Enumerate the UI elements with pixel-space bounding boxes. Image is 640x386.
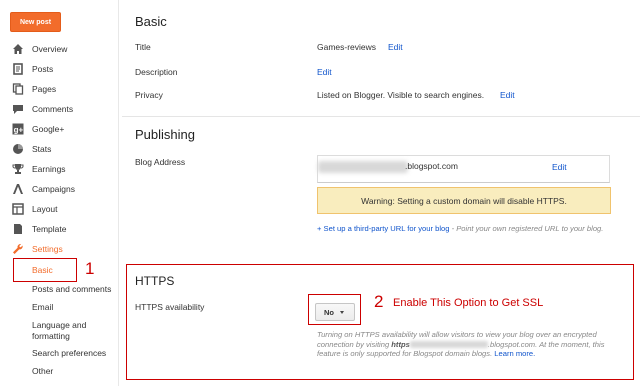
publishing-section-title: Publishing [135,127,195,142]
privacy-value: Listed on Blogger. Visible to search eng… [317,90,485,100]
title-value: Games-reviews [317,42,377,52]
template-icon [12,223,24,235]
pages-icon [12,83,24,95]
sidebar-item-posts[interactable]: Posts [12,62,53,76]
google-plus-icon: g+ [12,123,24,135]
pie-chart-icon [12,143,24,155]
learn-more-link[interactable]: Learn more. [494,349,535,358]
blog-address-edit-link[interactable]: Edit [552,162,567,172]
sidebar-item-pages[interactable]: Pages [12,82,56,96]
https-warning-banner: Warning: Setting a custom domain will di… [317,187,611,214]
sidebar-item-label: Campaigns [32,184,75,194]
settings-sub-other[interactable]: Other [32,366,53,377]
sidebar-item-label: Google+ [32,124,65,134]
sidebar-item-label: Overview [32,44,68,54]
sidebar-item-google-plus[interactable]: g+ Google+ [12,122,64,136]
title-label: Title [135,42,151,52]
section-divider [122,116,640,117]
blog-address-suffix: .blogspot.com [405,161,458,171]
posts-icon [12,63,24,75]
sidebar-divider [118,0,119,386]
third-party-url-link[interactable]: + Set up a third-party URL for your blog [317,224,449,233]
third-party-url-text: - Point your own registered URL to your … [449,224,604,233]
privacy-edit-link[interactable]: Edit [500,90,515,100]
blog-address-label: Blog Address [135,157,186,167]
sidebar-item-label: Template [32,224,67,234]
sidebar-item-layout[interactable]: Layout [12,202,58,216]
sidebar-item-label: Settings [32,244,63,254]
trophy-icon [12,163,24,175]
https-highlight-box [126,264,634,380]
layout-icon [12,203,24,215]
wrench-icon [12,243,24,255]
https-availability-label: HTTPS availability [135,302,205,312]
annotation-instruction: Enable This Option to Get SSL [393,297,544,309]
sidebar-item-label: Stats [32,144,52,154]
help-https: https [391,339,410,349]
sidebar: New post Overview Posts Pages Comments g… [0,0,118,386]
home-icon [12,43,24,55]
sidebar-item-earnings[interactable]: Earnings [12,162,66,176]
sidebar-item-label: Posts [32,64,54,74]
basic-highlight-box [13,258,77,282]
settings-sub-search-preferences[interactable]: Search preferences [32,348,106,359]
title-edit-link[interactable]: Edit [388,42,403,52]
sidebar-item-label: Pages [32,84,57,94]
sidebar-item-stats[interactable]: Stats [12,142,51,156]
sidebar-item-campaigns[interactable]: Campaigns [12,182,75,196]
basic-section-title: Basic [135,14,167,29]
sidebar-item-label: Earnings [32,164,66,174]
sidebar-item-overview[interactable]: Overview [12,42,67,56]
settings-sub-posts-and-comments[interactable]: Posts and comments [32,284,111,295]
new-post-button[interactable]: New post [10,12,61,32]
svg-text:g+: g+ [14,126,24,135]
description-label: Description [135,67,178,77]
sidebar-item-comments[interactable]: Comments [12,102,73,116]
warning-text: Warning: Setting a custom domain will di… [361,195,567,206]
third-party-url-note: + Set up a third-party URL for your blog… [317,224,617,234]
privacy-label: Privacy [135,90,163,100]
blurred-blog-name [409,341,488,349]
settings-sub-email[interactable]: Email [32,302,53,313]
annotation-number-1: 1 [85,259,95,278]
sidebar-item-template[interactable]: Template [12,222,67,236]
chevron-down-icon [340,310,344,314]
blurred-address [318,161,408,173]
description-edit-link[interactable]: Edit [317,67,332,77]
select-value: No [324,307,334,317]
https-section-title: HTTPS [135,274,175,288]
sidebar-item-settings[interactable]: Settings [12,242,63,256]
annotation-number-2: 2 [374,292,384,311]
sidebar-item-label: Layout [32,204,58,214]
sidebar-item-label: Comments [32,104,74,114]
settings-sub-language[interactable]: Language and [32,320,86,331]
campaigns-icon [12,183,24,195]
https-help-text: Turning on HTTPS availability will allow… [317,330,617,359]
comment-icon [12,103,24,115]
settings-sub-language-cont[interactable]: formatting [32,331,70,342]
https-availability-select[interactable]: No [315,303,355,321]
